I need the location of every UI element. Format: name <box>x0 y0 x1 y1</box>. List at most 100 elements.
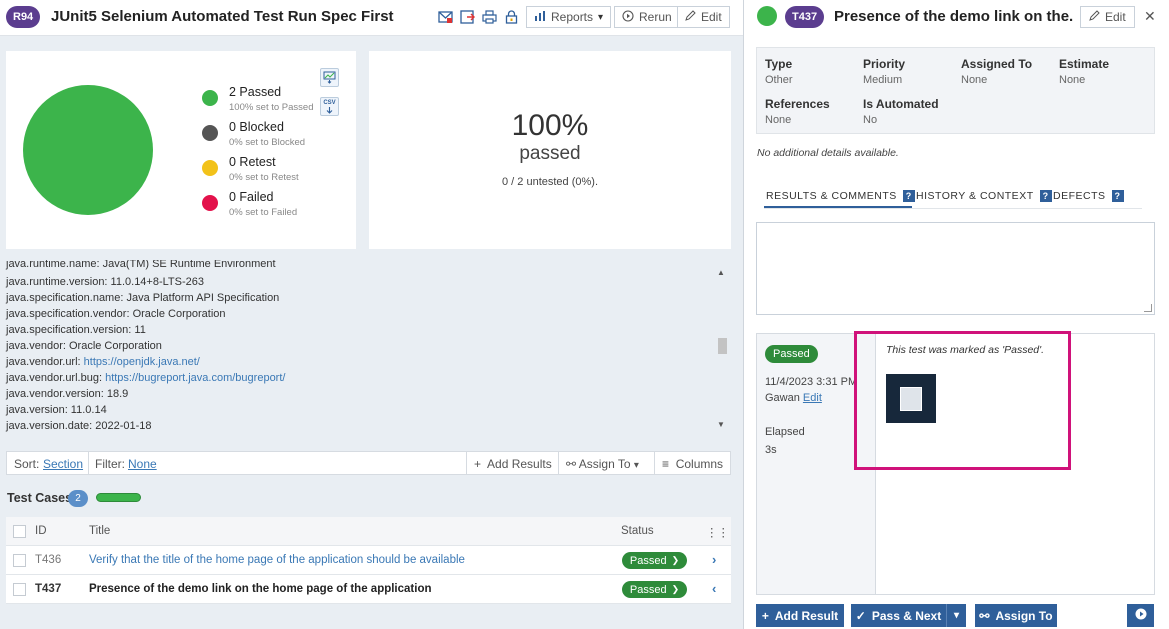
passed-dot <box>202 90 218 106</box>
assign-to-detail-button[interactable]: ⚯ Assign To <box>975 604 1057 627</box>
play-button[interactable] <box>1127 604 1154 627</box>
highlight-annotation <box>854 331 1071 470</box>
column-status[interactable]: Status <box>621 525 654 537</box>
edit-run-button[interactable]: Edit <box>677 6 730 28</box>
edit-run-label: Edit <box>701 10 722 24</box>
test-title: Presence of the demo link on the... <box>834 8 1074 25</box>
status-dropdown[interactable]: Passed ❯ <box>622 581 687 598</box>
select-all-checkbox[interactable] <box>13 525 26 538</box>
csv-label: CSV <box>323 99 336 106</box>
status-chart-card: 2 Passed 100% set to Passed 0 Blocked 0%… <box>6 51 356 249</box>
assigned-value: None <box>961 74 988 86</box>
assign-to-button[interactable]: ⚯ Assign To ▾ <box>566 457 639 471</box>
add-result-button[interactable]: + Add Result <box>756 604 844 627</box>
legend-sub: 0% set to Blocked <box>229 137 306 148</box>
result-datetime: 11/4/2023 3:31 PM <box>765 376 858 388</box>
tab-results-comments[interactable]: RESULTS & COMMENTS? <box>766 190 915 202</box>
sort-value-link[interactable]: Section <box>43 457 83 471</box>
tab-divider <box>764 208 1142 209</box>
table-row[interactable]: T436 Verify that the title of the home p… <box>6 546 731 575</box>
tab-defects[interactable]: DEFECTS? <box>1053 190 1124 202</box>
test-cases-progress-bar <box>96 493 141 502</box>
lock-icon[interactable] <box>503 9 519 25</box>
comment-textarea[interactable] <box>756 222 1155 315</box>
type-value: Other <box>765 74 793 86</box>
export-icon[interactable] <box>459 9 475 25</box>
test-id: T437 <box>35 583 62 595</box>
filter-value-link[interactable]: None <box>128 457 157 471</box>
chevron-down-icon: ❯ <box>671 584 680 594</box>
legend-label: 0 Blocked <box>229 120 284 134</box>
property-line: java.vendor.url.bug: https://bugreport.j… <box>6 372 286 384</box>
scroll-down-icon[interactable]: ▼ <box>717 420 725 429</box>
property-line: java.vendor.version: 18.9 <box>6 388 129 400</box>
pencil-icon <box>1089 10 1100 24</box>
property-line: java.vendor.url: https://openjdk.java.ne… <box>6 356 200 368</box>
help-icon[interactable]: ? <box>902 190 915 202</box>
tab-history-context[interactable]: HISTORY & CONTEXT? <box>916 190 1052 202</box>
bugreport-url-link[interactable]: https://bugreport.java.com/bugreport/ <box>105 372 285 384</box>
row-checkbox[interactable] <box>13 583 26 596</box>
elapsed-label: Elapsed <box>765 426 805 438</box>
legend-blocked: 0 Blocked 0% set to Blocked <box>202 120 352 155</box>
chevron-right-icon[interactable]: › <box>712 552 716 567</box>
columns-button[interactable]: ≡ Columns <box>662 457 723 471</box>
reports-icon <box>534 10 546 25</box>
property-line: java.specification.version: 11 <box>6 324 146 336</box>
property-line: java.runtime.version: 11.0.14+8-LTS-263 <box>6 276 205 288</box>
pass-next-button[interactable]: ✓ Pass & Next <box>851 604 946 627</box>
edit-result-link[interactable]: Edit <box>803 392 822 404</box>
legend-label: 0 Failed <box>229 190 274 204</box>
help-icon[interactable]: ? <box>1111 190 1124 202</box>
pass-percent: 100% <box>511 109 589 142</box>
automated-value: No <box>863 114 878 126</box>
scroll-up-icon[interactable]: ▲ <box>717 268 725 277</box>
email-icon[interactable] <box>437 9 453 25</box>
pass-next-dropdown[interactable]: ▾ <box>946 604 966 627</box>
check-icon: ✓ <box>855 608 866 623</box>
column-id[interactable]: ID <box>35 525 47 537</box>
chart-image-icon[interactable] <box>320 68 339 87</box>
rerun-button[interactable]: Rerun <box>614 6 680 28</box>
csv-download-icon[interactable]: CSV <box>320 97 339 116</box>
result-status-badge: Passed <box>765 345 818 363</box>
reports-button[interactable]: Reports ▾ <box>526 6 612 28</box>
legend-failed: 0 Failed 0% set to Failed <box>202 190 352 225</box>
legend-label: 2 Passed <box>229 85 282 99</box>
plus-icon: + <box>474 457 482 471</box>
vendor-url-link[interactable]: https://openjdk.java.net/ <box>84 356 200 368</box>
property-line: java.version.date: 2022-01-18 <box>6 420 152 432</box>
chevron-left-icon[interactable]: ‹ <box>712 581 716 596</box>
scroll-thumb[interactable] <box>718 338 727 354</box>
retest-dot <box>202 160 218 176</box>
chevron-down-icon: ❯ <box>671 555 680 565</box>
table-header: ID Title Status ⋮⋮ <box>6 517 731 546</box>
assign-user-icon: ⚯ <box>979 608 990 623</box>
columns-icon: ≡ <box>662 457 670 471</box>
legend-sub: 100% set to Passed <box>229 102 314 113</box>
column-settings-icon[interactable]: ⋮⋮ <box>706 525 729 539</box>
table-row[interactable]: T437 Presence of the demo link on the ho… <box>6 575 731 604</box>
test-title-link[interactable]: Presence of the demo link on the home pa… <box>89 583 432 595</box>
property-line: java.runtime.name: Java(TM) SE Runtime E… <box>6 260 276 270</box>
row-checkbox[interactable] <box>13 554 26 567</box>
column-title[interactable]: Title <box>89 525 110 537</box>
resize-grip-icon[interactable] <box>1144 304 1152 312</box>
estimate-label: Estimate <box>1059 57 1110 71</box>
play-icon <box>1135 608 1147 623</box>
legend-retest: 0 Retest 0% set to Retest <box>202 155 352 190</box>
status-dropdown[interactable]: Passed ❯ <box>622 552 687 569</box>
test-title-link[interactable]: Verify that the title of the home page o… <box>89 554 465 566</box>
print-icon[interactable] <box>481 9 497 25</box>
pass-percent-label: passed <box>519 143 581 164</box>
edit-test-button[interactable]: Edit <box>1080 6 1135 28</box>
close-icon[interactable]: ✕ <box>1144 8 1156 25</box>
run-properties: java.runtime.name: Java(TM) SE Runtime E… <box>0 260 730 440</box>
add-results-button[interactable]: + Add Results <box>474 457 552 471</box>
assigned-label: Assigned To <box>961 57 1033 71</box>
help-icon[interactable]: ? <box>1039 190 1052 202</box>
properties-scrollbar[interactable]: ▲ ▼ <box>716 262 728 438</box>
test-cases-title: Test Cases <box>7 491 73 505</box>
elapsed-value: 3s <box>765 444 777 456</box>
status-pie-chart <box>23 85 153 215</box>
